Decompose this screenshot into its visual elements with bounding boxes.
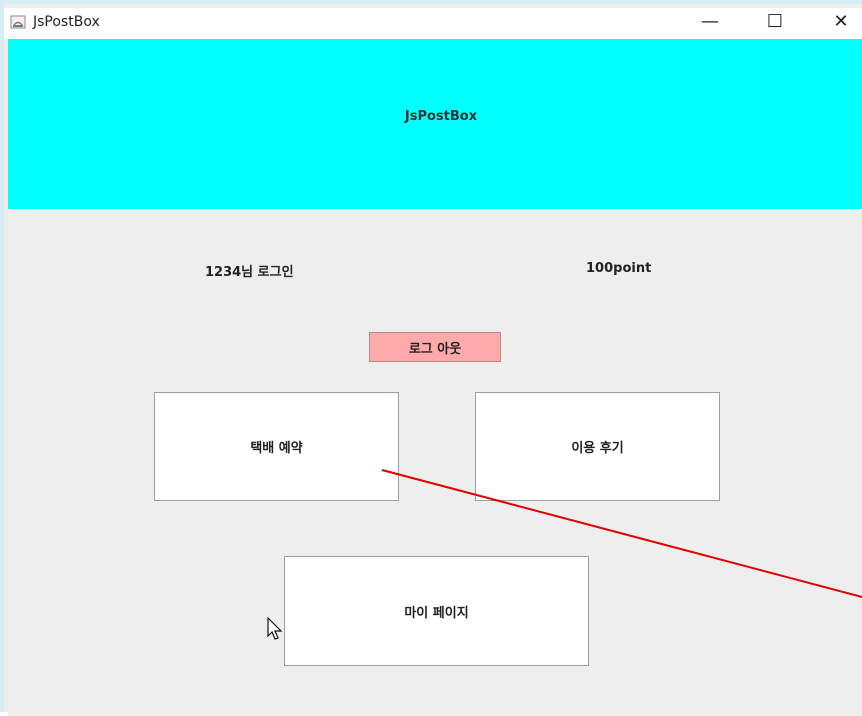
my-page-label: 마이 페이지 [404,605,469,621]
window-title: JsPostBox [33,14,100,30]
mouse-pointer-icon [267,617,283,640]
reserve-delivery-label: 택배 예약 [250,441,303,456]
logout-button[interactable]: 로그 아웃 [369,332,501,362]
header-title: JsPostBox [404,108,478,124]
close-icon: ✕ [833,11,849,32]
reserve-delivery-button[interactable]: 택배 예약 [154,392,399,501]
user-login-label: 1234님 로그인 [205,265,294,280]
usage-review-label: 이용 후기 [571,441,624,456]
main-panel: 1234님 로그인 100point 로그 아웃 택배 예약 이용 후기 마이 … [8,209,862,716]
logout-button-label: 로그 아웃 [408,341,462,357]
title-bar[interactable]: JsPostBox — ☐ ✕ [4,8,862,39]
app-window: JsPostBox — ☐ ✕ JsPostBox 1234님 로그인 100p… [0,0,862,716]
minimize-icon: — [701,11,719,32]
my-page-button[interactable]: 마이 페이지 [284,556,589,666]
maximize-icon: ☐ [766,11,784,32]
java-app-icon [10,15,26,29]
points-label: 100point [586,261,652,276]
header-banner: JsPostBox [8,39,862,209]
usage-review-button[interactable]: 이용 후기 [475,392,720,501]
maximize-button[interactable]: ☐ [753,8,797,35]
minimize-button[interactable]: — [688,8,732,35]
close-button[interactable]: ✕ [819,8,862,35]
